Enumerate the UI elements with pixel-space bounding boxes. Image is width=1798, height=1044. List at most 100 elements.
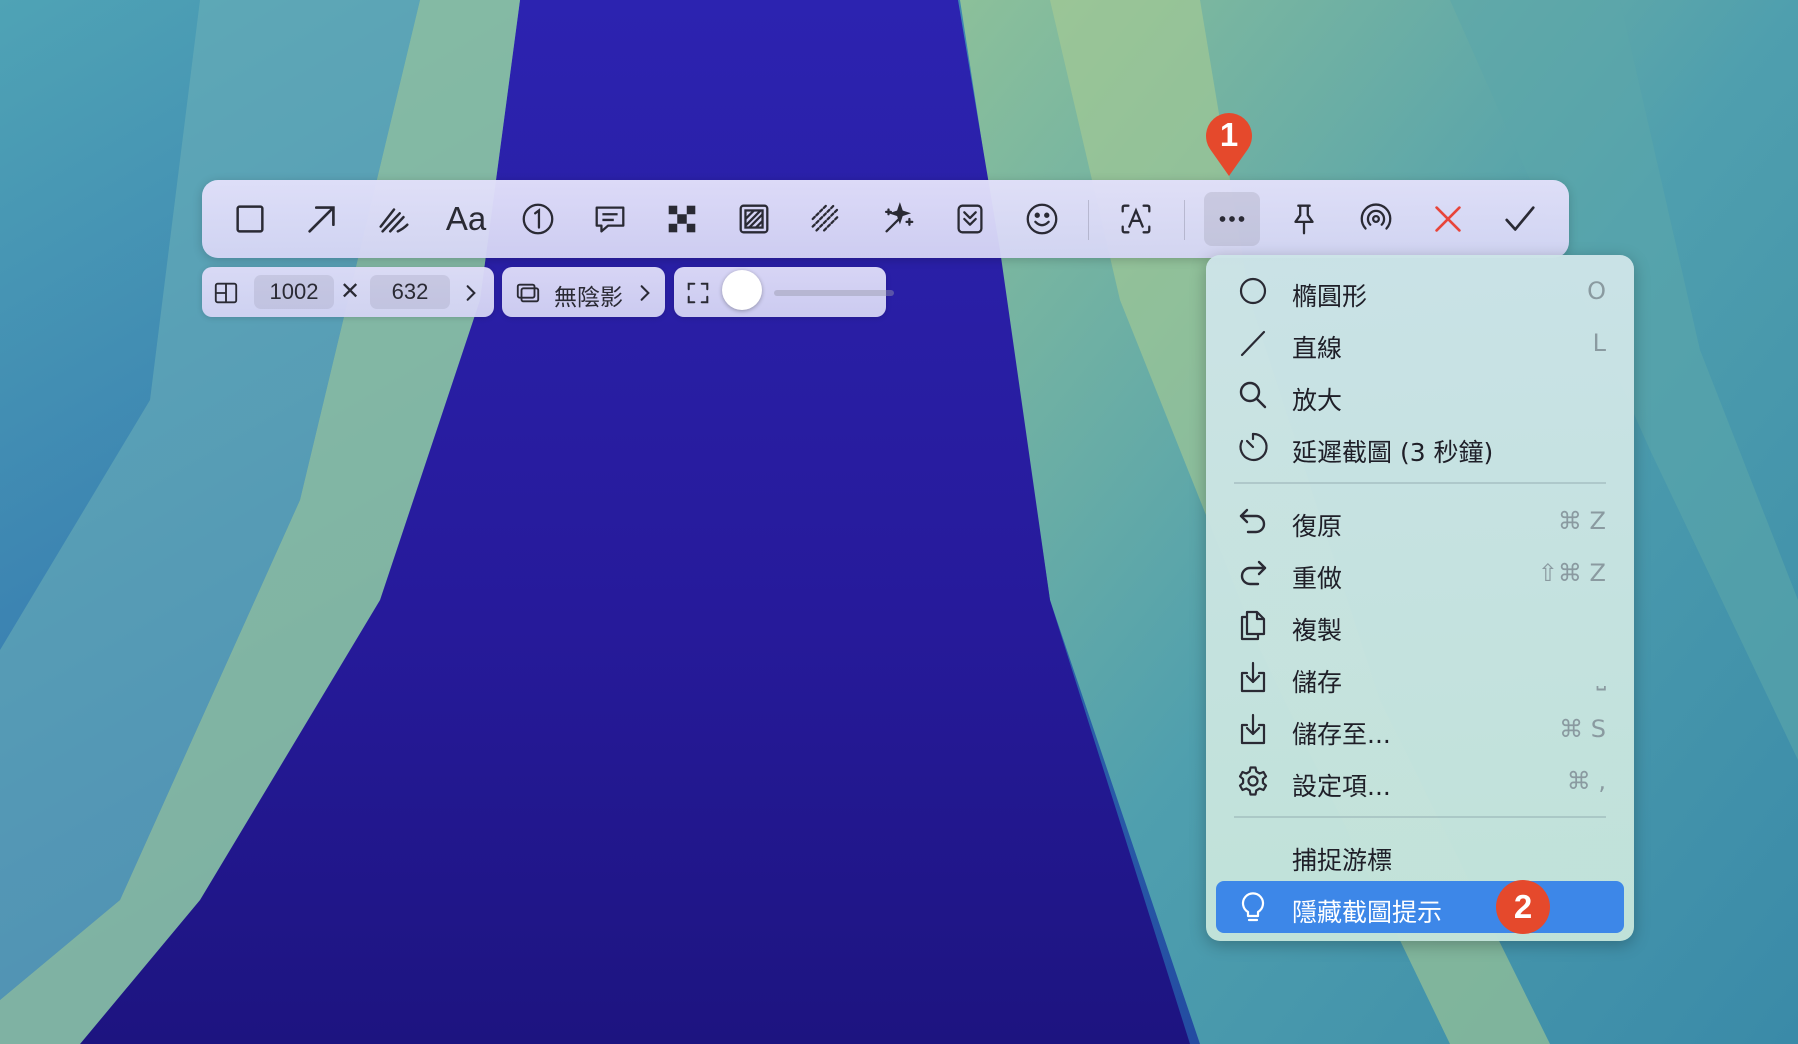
hatch-tool-button[interactable]: [798, 192, 854, 246]
menu-item-label: 延遲截圖 (3 秒鐘): [1292, 438, 1494, 467]
lightbulb-icon: [1236, 890, 1270, 924]
emoji-tool-button[interactable]: [1014, 192, 1070, 246]
scroll-down-icon: [957, 204, 983, 234]
menu-item-label: 橢圓形: [1292, 282, 1368, 311]
chevron-right-icon: [632, 279, 658, 307]
menu-item-undo[interactable]: 復原 ⌘ Z: [1216, 495, 1624, 547]
magic-tool-button[interactable]: [870, 192, 926, 246]
pixelate-icon: [668, 205, 696, 233]
step-badge-2: 2: [1496, 880, 1550, 934]
menu-item-line[interactable]: 直線 L: [1216, 317, 1624, 369]
shadow-selector[interactable]: 無陰影: [502, 267, 665, 317]
speech-bubble-icon: [595, 206, 625, 233]
ocr-text-button[interactable]: [1108, 192, 1164, 246]
confirm-button[interactable]: [1492, 192, 1548, 246]
menu-item-redo[interactable]: 重做 ⇧⌘ Z: [1216, 547, 1624, 599]
timer-icon: [1236, 430, 1270, 464]
more-options-menu: 橢圓形 O 直線 L 放大 延遲截圖 (3 秒鐘) 復原 ⌘ Z 重做 ⇧⌘ Z…: [1206, 255, 1634, 941]
toolbar-divider: [1088, 200, 1089, 240]
menu-item-label: 儲存至...: [1292, 720, 1391, 749]
arrow-icon: [308, 206, 335, 233]
magnifier-icon: [1236, 378, 1270, 412]
blur-tool-button[interactable]: [726, 192, 782, 246]
menu-item-shortcut: ⇧⌘ Z: [1537, 559, 1606, 587]
gear-icon: [1236, 764, 1270, 798]
padding-slider-bar: [674, 267, 894, 317]
annotation-toolbar: Aa: [202, 180, 1569, 258]
speech-bubble-tool-button[interactable]: [582, 192, 638, 246]
redo-icon: [1236, 556, 1270, 590]
text-recognition-icon: [1121, 204, 1151, 234]
rectangle-icon: [236, 205, 264, 233]
number-circle-icon: [522, 203, 554, 235]
menu-item-capture-cursor[interactable]: 捕捉游標: [1216, 829, 1624, 881]
close-button[interactable]: [1420, 192, 1476, 246]
padding-slider-track[interactable]: [774, 290, 894, 296]
size-bar: 1002 ✕ 632: [202, 267, 494, 317]
counter-tool-button[interactable]: [510, 192, 566, 246]
menu-item-shortcut: ⌘ S: [1559, 715, 1606, 743]
menu-item-hide-capture-hints[interactable]: 隱藏截圖提示: [1216, 881, 1624, 933]
menu-item-label: 復原: [1292, 512, 1343, 541]
step-badge-1-label: 1: [1219, 116, 1239, 153]
close-icon: [1435, 206, 1461, 232]
undo-icon: [1236, 504, 1270, 538]
menu-item-shortcut: ⌘ ,: [1566, 767, 1606, 795]
layout-icon: [212, 279, 240, 307]
window-shadow-icon: [514, 279, 542, 307]
times-symbol: ✕: [340, 277, 361, 305]
height-field[interactable]: 632: [370, 275, 450, 309]
pin-button[interactable]: [1276, 192, 1332, 246]
pen-icon: [379, 208, 409, 233]
menu-item-label: 捕捉游標: [1292, 846, 1393, 875]
padding-slider-thumb[interactable]: [722, 270, 762, 310]
blur-icon: [739, 204, 769, 234]
menu-item-save[interactable]: 儲存 ⎵: [1216, 651, 1624, 703]
save-as-icon: [1236, 712, 1270, 746]
menu-item-shortcut: ⌘ Z: [1557, 507, 1606, 535]
emoji-icon: [1026, 203, 1058, 235]
menu-item-shortcut: ⎵: [1596, 663, 1606, 691]
text-tool-button[interactable]: Aa: [438, 192, 494, 246]
toolbar-divider: [1184, 200, 1185, 240]
menu-item-settings[interactable]: 設定項... ⌘ ,: [1216, 755, 1624, 807]
hatch-icon: [811, 204, 839, 232]
rectangle-tool-button[interactable]: [222, 192, 278, 246]
line-icon: [1236, 326, 1270, 360]
shadow-label: 無陰影: [554, 285, 623, 311]
share-button[interactable]: [1348, 192, 1404, 246]
ellipsis-icon: [1219, 216, 1245, 222]
pixelate-tool-button[interactable]: [654, 192, 710, 246]
sparkles-icon: [884, 202, 914, 233]
copy-icon: [1236, 608, 1270, 642]
arrow-tool-button[interactable]: [294, 192, 350, 246]
airdrop-icon: [1360, 203, 1392, 230]
menu-item-label: 複製: [1292, 616, 1343, 645]
chevron-right-icon[interactable]: [458, 279, 484, 307]
menu-item-label: 直線: [1292, 334, 1343, 363]
circle-icon: [1236, 274, 1270, 308]
menu-item-delay-capture[interactable]: 延遲截圖 (3 秒鐘): [1216, 421, 1624, 473]
menu-item-label: 設定項...: [1292, 772, 1391, 801]
text-icon: Aa: [445, 200, 487, 237]
menu-item-magnify[interactable]: 放大: [1216, 369, 1624, 421]
pen-tool-button[interactable]: [366, 192, 422, 246]
menu-item-shortcut: O: [1587, 277, 1606, 305]
menu-item-save-to[interactable]: 儲存至... ⌘ S: [1216, 703, 1624, 755]
checkmark-icon: [1505, 206, 1535, 231]
more-button[interactable]: [1204, 192, 1260, 246]
menu-separator: [1234, 816, 1606, 818]
save-icon: [1236, 660, 1270, 694]
menu-separator: [1234, 482, 1606, 484]
menu-item-label: 儲存: [1292, 668, 1343, 697]
menu-item-shortcut: L: [1592, 329, 1606, 357]
scroll-capture-button[interactable]: [942, 192, 998, 246]
menu-item-ellipse[interactable]: 橢圓形 O: [1216, 265, 1624, 317]
menu-item-copy[interactable]: 複製: [1216, 599, 1624, 651]
menu-item-label: 隱藏截圖提示: [1292, 898, 1443, 927]
width-field[interactable]: 1002: [254, 275, 334, 309]
fullscreen-icon: [684, 279, 712, 307]
pin-icon: [1294, 204, 1314, 235]
menu-item-label: 重做: [1292, 564, 1343, 593]
menu-item-label: 放大: [1292, 386, 1343, 415]
